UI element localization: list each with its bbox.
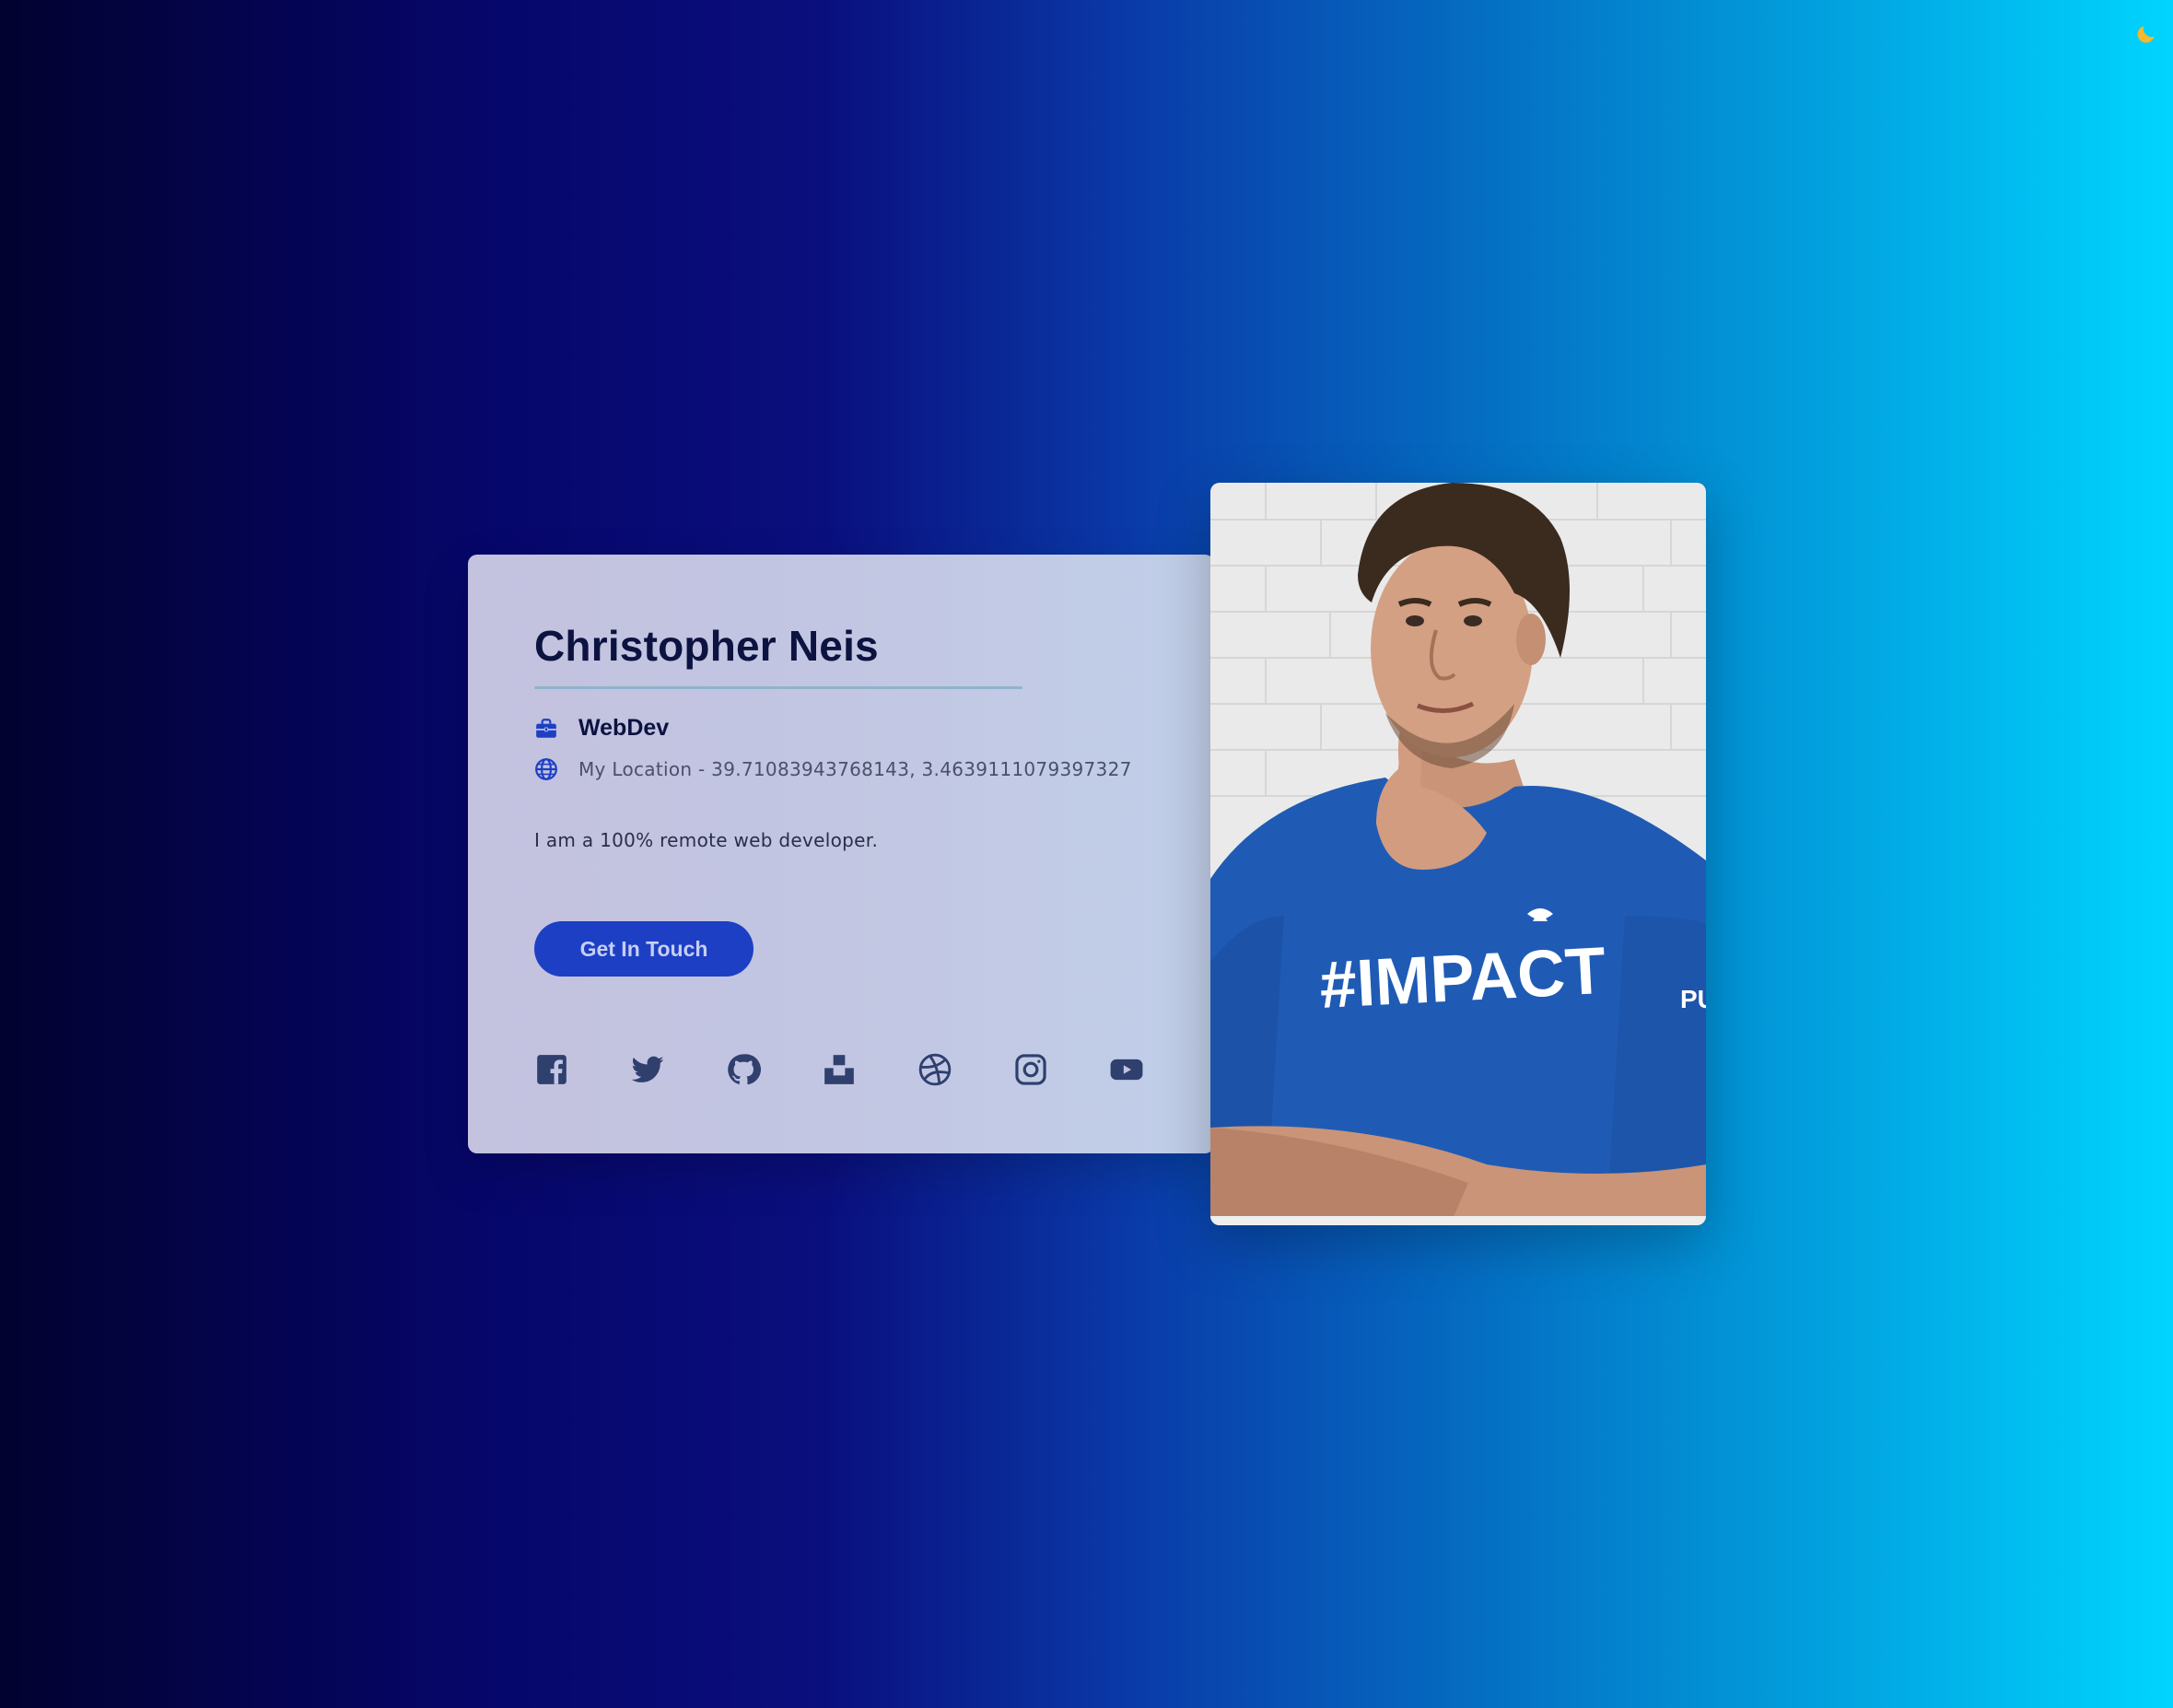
job-title: WebDev xyxy=(578,715,670,741)
location-text: My Location - 39.71083943768143, 3.46391… xyxy=(578,758,1132,780)
dribbble-link[interactable] xyxy=(917,1052,952,1087)
unsplash-link[interactable] xyxy=(822,1052,857,1087)
instagram-icon xyxy=(1015,1054,1046,1085)
github-link[interactable] xyxy=(726,1052,761,1087)
bio-text: I am a 100% remote web developer. xyxy=(534,829,879,851)
shirt-front-text: #IMPACT xyxy=(1318,934,1607,1023)
social-links xyxy=(534,1052,1144,1087)
profile-card: Christopher Neis WebDev My Location - 39… xyxy=(468,555,1214,1153)
job-row: WebDev xyxy=(534,715,669,742)
profile-name: Christopher Neis xyxy=(534,622,879,670)
unsplash-icon xyxy=(824,1055,854,1084)
theme-toggle[interactable] xyxy=(2132,20,2160,48)
twitter-icon xyxy=(631,1056,664,1082)
github-icon xyxy=(728,1054,761,1085)
instagram-link[interactable] xyxy=(1013,1052,1048,1087)
shirt-sleeve-text: PU xyxy=(1680,985,1706,1013)
facebook-link[interactable] xyxy=(534,1052,569,1087)
globe-icon xyxy=(534,757,558,781)
briefcase-icon xyxy=(534,717,558,741)
dribbble-icon xyxy=(918,1053,952,1086)
twitter-link[interactable] xyxy=(630,1052,665,1087)
youtube-icon xyxy=(1110,1059,1143,1081)
get-in-touch-button[interactable]: Get In Touch xyxy=(534,921,754,977)
profile-photo: #IMPACT PU xyxy=(1210,483,1706,1225)
moon-icon xyxy=(2137,26,2155,43)
youtube-link[interactable] xyxy=(1109,1052,1144,1087)
facebook-icon xyxy=(537,1055,567,1084)
location-row: My Location - 39.71083943768143, 3.46391… xyxy=(534,757,1132,781)
name-divider xyxy=(534,686,1022,689)
